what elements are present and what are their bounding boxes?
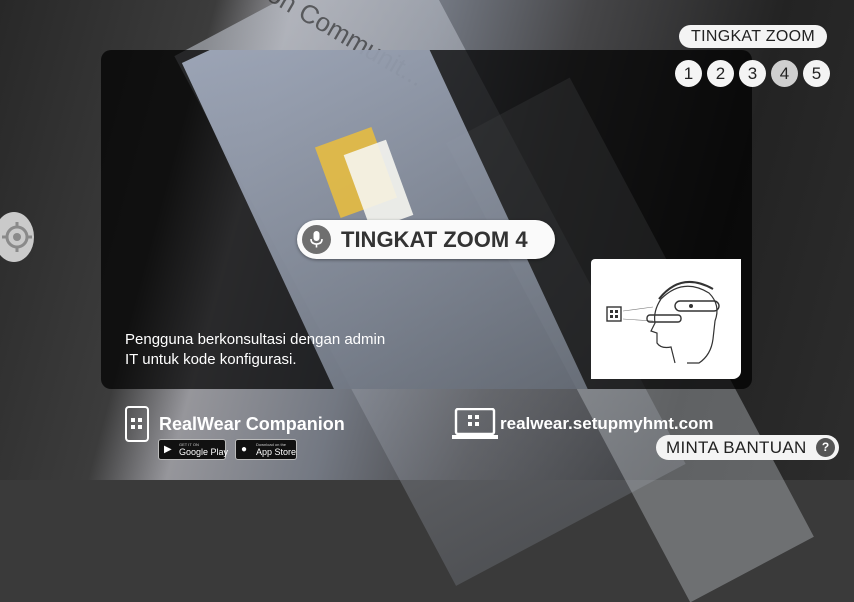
instructions-line-2: IT untuk kode konfigurasi. xyxy=(125,351,297,368)
zoom-level-2-button[interactable]: 2 xyxy=(707,60,734,87)
headset-illustration xyxy=(591,259,741,379)
play-store-icon: ▶ xyxy=(164,444,172,455)
google-play-badge[interactable]: ▶ GET IT ON Google Play xyxy=(158,439,229,460)
help-button[interactable]: MINTA BANTUAN ? xyxy=(656,435,839,460)
laptop-qr-icon xyxy=(452,407,498,445)
zoom-level-1-button[interactable]: 1 xyxy=(675,60,702,87)
phone-qr-icon xyxy=(125,406,149,442)
zoom-level-5-button[interactable]: 5 xyxy=(803,60,830,87)
zoom-toast-label: TINGKAT ZOOM 4 xyxy=(341,227,528,252)
microphone-icon xyxy=(302,225,331,254)
zoom-level-4-button[interactable]: 4 xyxy=(771,60,798,87)
app-store-badge[interactable]: ● Download on the App Store xyxy=(235,439,297,460)
instructions-line-1: Pengguna berkonsultasi dengan admin xyxy=(125,331,386,348)
zoom-level-3-button[interactable]: 3 xyxy=(739,60,766,87)
apple-icon: ● xyxy=(241,444,248,455)
zoom-level-title: TINGKAT ZOOM xyxy=(679,25,827,48)
app-store-label: App Store xyxy=(256,447,297,457)
zoom-level-toast: TINGKAT ZOOM 4 xyxy=(297,220,555,259)
headset-scan-illustration xyxy=(606,281,720,364)
help-label: MINTA BANTUAN xyxy=(666,438,807,457)
google-play-label: Google Play xyxy=(179,447,229,457)
help-question-icon: ? xyxy=(816,438,835,457)
companion-app-title: RealWear Companion xyxy=(159,414,345,434)
setup-url: realwear.setupmyhmt.com xyxy=(500,414,714,433)
crosshair-icon xyxy=(2,222,32,252)
configuration-instructions: Pengguna berkonsultasi dengan admin IT u… xyxy=(125,330,425,370)
qr-code-icon xyxy=(606,306,622,322)
